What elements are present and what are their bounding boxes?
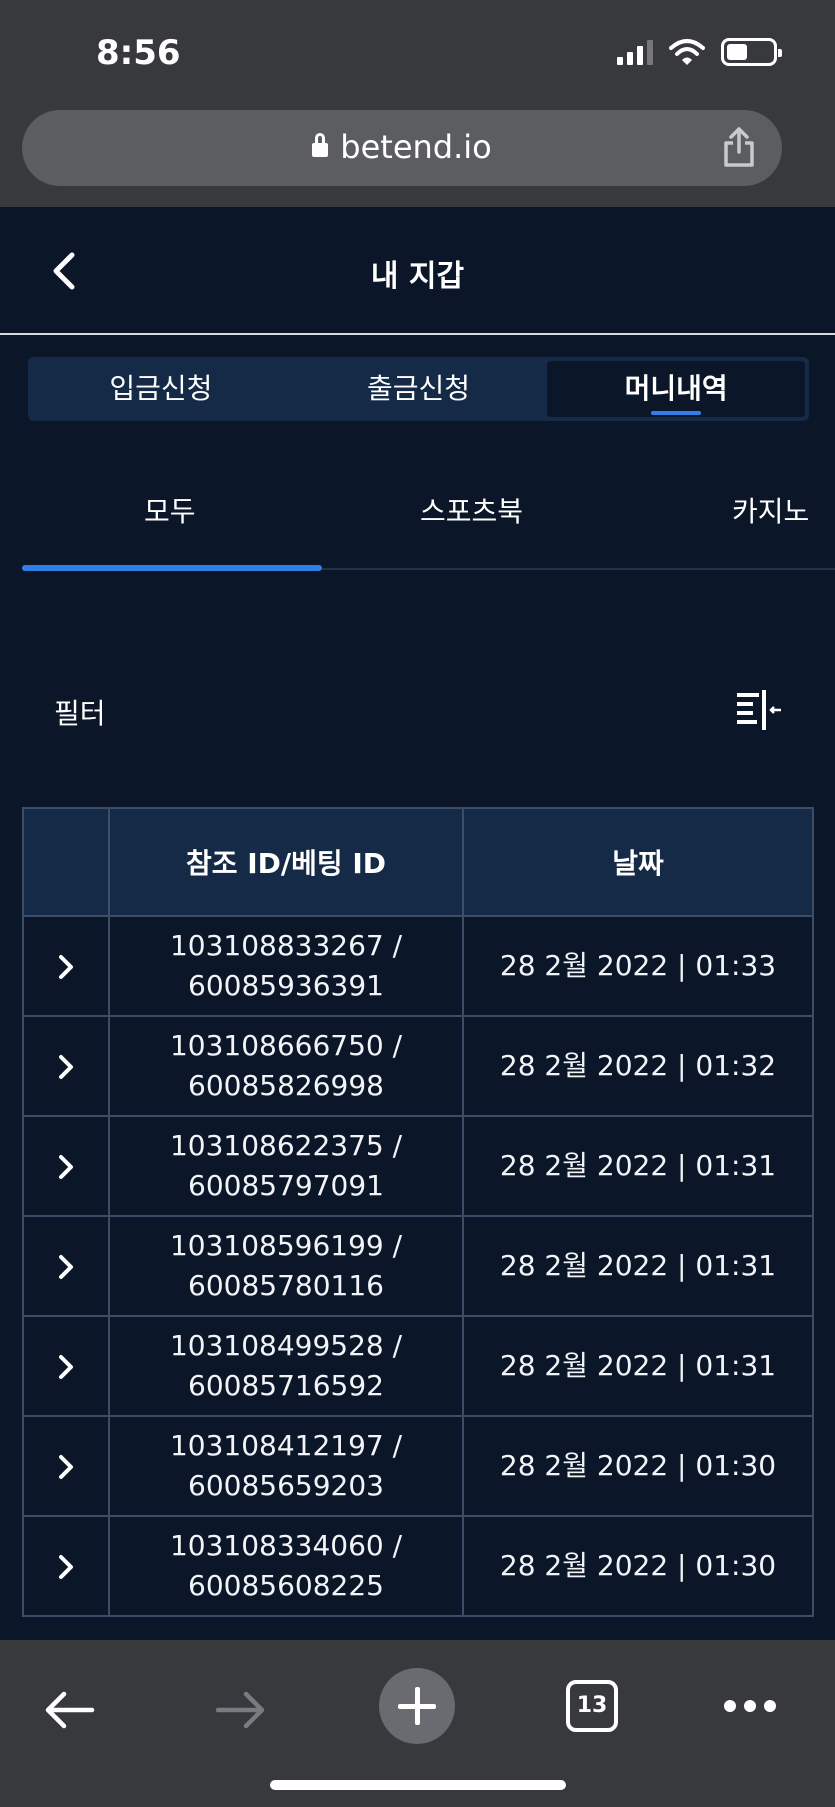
ref-id: 103108499528 /: [169, 1329, 403, 1362]
ref-id: 103108334060 /: [169, 1529, 403, 1562]
ref-id: 103108622375 /: [169, 1129, 403, 1162]
column-header-date: 날짜: [462, 807, 814, 917]
bet-id: 60085936391: [188, 969, 384, 1002]
active-tab-indicator: [22, 565, 322, 571]
date-cell: 28 2월 2022 | 01:32: [462, 1015, 814, 1117]
bet-id: 60085659203: [188, 1469, 384, 1502]
chevron-right-icon[interactable]: [56, 1053, 76, 1081]
app-header: 내 지갑: [0, 207, 835, 335]
chevron-right-icon[interactable]: [56, 953, 76, 981]
expand-cell[interactable]: [22, 915, 110, 1017]
expand-column-header: [22, 807, 110, 917]
bet-id: 60085797091: [188, 1169, 384, 1202]
bet-id: 60085716592: [188, 1369, 384, 1402]
tab-withdraw-request[interactable]: 출금신청: [290, 361, 548, 417]
table-row[interactable]: 103108596199 / 60085780116 28 2월 2022 | 0…: [22, 1215, 814, 1317]
wifi-icon: [669, 39, 705, 65]
lock-icon: [312, 133, 329, 157]
chevron-right-icon[interactable]: [56, 1453, 76, 1481]
ref-id-cell: 103108596199 / 60085780116: [108, 1215, 464, 1317]
subtab-casino[interactable]: 카지노: [732, 490, 809, 530]
table-row[interactable]: 103108499528 / 60085716592 28 2월 2022 | 0…: [22, 1315, 814, 1417]
date-cell: 28 2월 2022 | 01:30: [462, 1415, 814, 1517]
new-tab-plus-icon[interactable]: [379, 1668, 455, 1744]
subtab-all[interactable]: 모두: [144, 490, 196, 530]
date-cell: 28 2월 2022 | 01:31: [462, 1115, 814, 1217]
bet-id: 60085826998: [188, 1069, 384, 1102]
date-cell: 28 2월 2022 | 01:31: [462, 1215, 814, 1317]
bet-id: 60085780116: [188, 1269, 384, 1302]
filter-label: 필터: [54, 697, 106, 730]
cellular-signal-icon: [617, 39, 653, 65]
table-row[interactable]: 103108666750 / 60085826998 28 2월 2022 | 0…: [22, 1015, 814, 1117]
table-header-row: 참조 ID/베팅 ID 날짜: [22, 807, 814, 917]
table-row[interactable]: 103108412197 / 60085659203 28 2월 2022 | 0…: [22, 1415, 814, 1517]
tabs-count-button[interactable]: 13: [566, 1680, 618, 1732]
table-row[interactable]: 103108334060 / 60085608225 28 2월 2022 | 0…: [22, 1515, 814, 1617]
date-cell: 28 2월 2022 | 01:31: [462, 1315, 814, 1417]
url-text: betend.io: [340, 128, 492, 166]
browser-chrome: 8:56 betend.io: [0, 0, 835, 207]
ref-id-cell: 103108833267 / 60085936391: [108, 915, 464, 1017]
battery-icon: [721, 38, 782, 66]
share-icon[interactable]: [722, 126, 756, 168]
status-time: 8:56: [96, 33, 181, 73]
ref-id: 103108596199 /: [169, 1229, 403, 1262]
more-options-icon[interactable]: [724, 1700, 776, 1712]
expand-cell[interactable]: [22, 1515, 110, 1617]
chevron-right-icon[interactable]: [56, 1253, 76, 1281]
expand-cell[interactable]: [22, 1415, 110, 1517]
status-icons: [617, 38, 782, 66]
ref-id-cell: 103108412197 / 60085659203: [108, 1415, 464, 1517]
tab-money-history[interactable]: 머니내역: [547, 361, 806, 417]
expand-cell[interactable]: [22, 1015, 110, 1117]
table-row[interactable]: 103108622375 / 60085797091 28 2월 2022 | 0…: [22, 1115, 814, 1217]
chevron-right-icon[interactable]: [56, 1353, 76, 1381]
filter-toggle-icon[interactable]: [735, 690, 783, 732]
page-title: 내 지갑: [370, 259, 465, 294]
chevron-right-icon[interactable]: [56, 1553, 76, 1581]
date-cell: 28 2월 2022 | 01:33: [462, 915, 814, 1017]
forward-arrow-icon[interactable]: [214, 1688, 268, 1732]
ref-id-cell: 103108622375 / 60085797091: [108, 1115, 464, 1217]
home-indicator: [270, 1780, 566, 1790]
date-cell: 28 2월 2022 | 01:30: [462, 1515, 814, 1617]
wallet-segment-tabs: 입금신청 출금신청 머니내역: [28, 357, 809, 421]
back-arrow-icon[interactable]: [42, 1688, 96, 1732]
address-bar[interactable]: betend.io: [22, 110, 782, 186]
ref-id-cell: 103108334060 / 60085608225: [108, 1515, 464, 1617]
transaction-table: 참조 ID/베팅 ID 날짜 103108833267 / 60085936391…: [22, 807, 814, 1617]
history-sub-tabs: 모두 스포츠북 카지노: [22, 470, 835, 571]
chevron-right-icon[interactable]: [56, 1153, 76, 1181]
ref-id-cell: 103108666750 / 60085826998: [108, 1015, 464, 1117]
ref-id-cell: 103108499528 / 60085716592: [108, 1315, 464, 1417]
ref-id: 103108412197 /: [169, 1429, 403, 1462]
column-header-ref-id: 참조 ID/베팅 ID: [108, 807, 464, 917]
subtab-sportsbook[interactable]: 스포츠북: [420, 490, 523, 530]
expand-cell[interactable]: [22, 1215, 110, 1317]
bet-id: 60085608225: [188, 1569, 384, 1602]
expand-cell[interactable]: [22, 1315, 110, 1417]
expand-cell[interactable]: [22, 1115, 110, 1217]
tab-deposit-request[interactable]: 입금신청: [32, 361, 290, 417]
ref-id: 103108833267 /: [169, 929, 403, 962]
table-row[interactable]: 103108833267 / 60085936391 28 2월 2022 | 0…: [22, 915, 814, 1017]
ref-id: 103108666750 /: [169, 1029, 403, 1062]
